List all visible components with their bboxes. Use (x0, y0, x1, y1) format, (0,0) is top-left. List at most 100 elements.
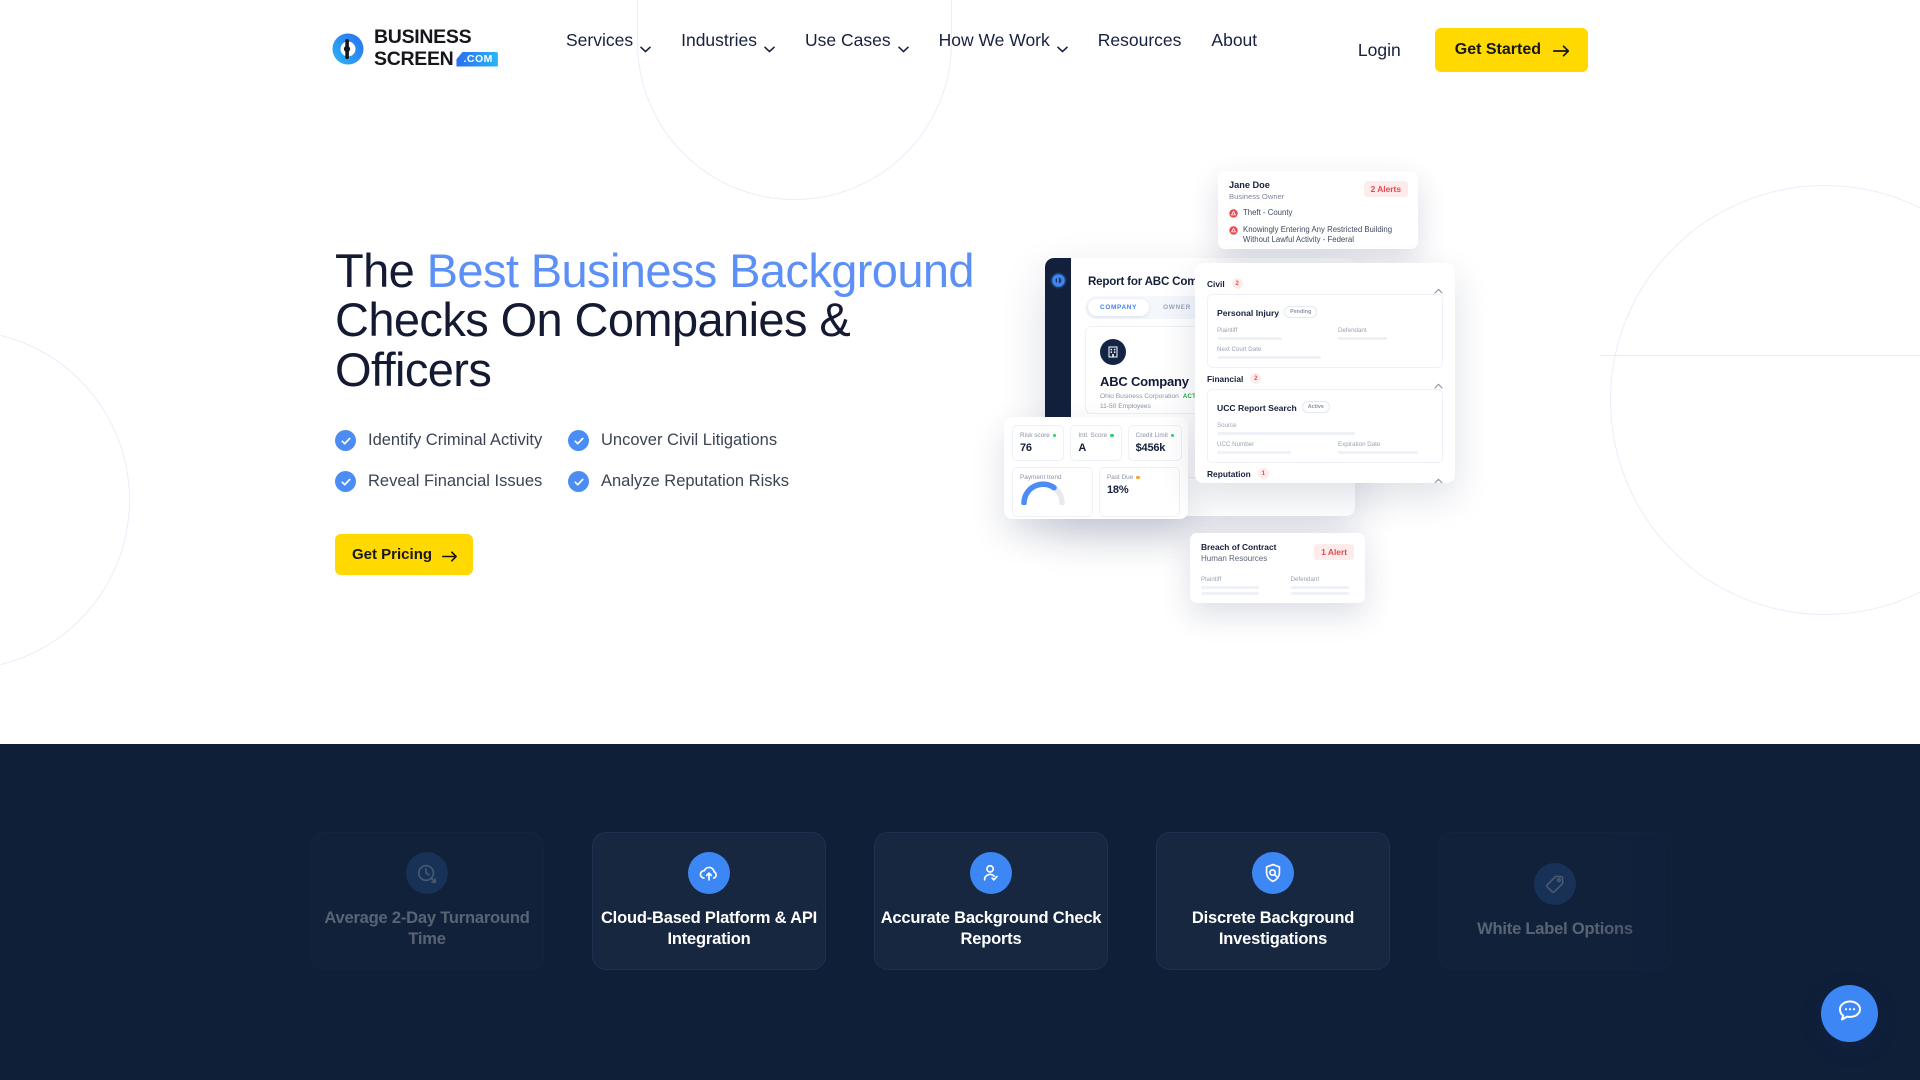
alert-item: Theft - County (1229, 208, 1407, 218)
metric-risk-score: Risk score 76 (1012, 425, 1065, 461)
field-label: Next Court Date (1217, 346, 1262, 353)
metrics-row-2: Payment trend Past Due 18% (1012, 467, 1180, 517)
feature-label: Discrete Background Investigations (1191, 909, 1355, 948)
feature-card-accurate-reports[interactable]: Accurate Background Check Reports (874, 832, 1108, 970)
clock-arrow-icon (406, 852, 448, 895)
metric-past-due: Past Due 18% (1099, 467, 1180, 517)
business-screen-logo-icon (331, 32, 365, 66)
user-check-icon (970, 852, 1012, 895)
placeholder-bar (1217, 451, 1292, 454)
metric-label: Past Due (1107, 474, 1134, 481)
decorative-line (1600, 355, 1920, 356)
company-employees: 11-50 Employees (1100, 403, 1151, 410)
status-badge: Pending (1284, 305, 1318, 318)
list-item: Identify Criminal Activity (335, 430, 568, 452)
section-title: Civil (1207, 278, 1225, 289)
page-root: BUSINESS SCREEN .COM Services Industries (0, 0, 1920, 1080)
section-count-badge: 2 (1250, 373, 1262, 384)
placeholder-bar (1217, 356, 1321, 359)
features-carousel: Average 2-Day Turnaround Time Cloud-Base… (0, 832, 1920, 970)
chevron-down-icon (1056, 37, 1068, 53)
warning-icon (1229, 226, 1238, 235)
chevron-down-icon (764, 37, 775, 53)
chat-widget-button[interactable] (1821, 985, 1878, 1042)
chat-bubble-icon (1836, 997, 1864, 1030)
field-label: Defendant (1338, 327, 1367, 334)
section-header-civil[interactable]: Civil 2 (1207, 273, 1443, 294)
metric-label: Risk score (1020, 432, 1050, 439)
cloud-upload-icon (688, 852, 730, 895)
metrics-row-1: Risk score 76 Intl. Score A Credit Limit… (1012, 425, 1183, 461)
alert-text: Theft - County (1243, 208, 1293, 217)
check-label: Uncover Civil Litigations (601, 431, 778, 450)
logo-tld-badge: .COM (456, 52, 498, 67)
features-section: Average 2-Day Turnaround Time Cloud-Base… (0, 744, 1920, 1080)
field-label: Expiration Date (1338, 441, 1381, 448)
nav-label: Industries (681, 30, 757, 50)
findings-panel: Civil 2 Personal Injury Pending Plaintiff… (1195, 263, 1455, 483)
nav-item-services[interactable]: Services (566, 30, 651, 53)
feature-card-white-label[interactable]: White Label Options (1438, 832, 1672, 970)
section-count-badge: 1 (1257, 468, 1269, 479)
finding-title: Personal Injury (1217, 308, 1280, 318)
nav-label: Use Cases (804, 30, 891, 50)
nav-label: Resources (1097, 30, 1182, 50)
finding-card-personal-injury: Personal Injury Pending Plaintiff Defenda… (1207, 294, 1443, 368)
nav-item-industries[interactable]: Industries (681, 30, 775, 53)
field-label: Plaintiff (1201, 576, 1222, 583)
list-item: Analyze Reputation Risks (568, 471, 975, 493)
section-header-financial[interactable]: Financial 2 (1207, 368, 1443, 389)
metric-value: 18% (1107, 484, 1129, 496)
get-started-button[interactable]: Get Started (1434, 28, 1588, 72)
section-header-reputation[interactable]: Reputation 1 (1207, 463, 1443, 483)
get-pricing-button[interactable]: Get Pricing (335, 534, 474, 576)
field-label: Defendant (1290, 576, 1320, 583)
company-name: ABC Company (1100, 374, 1189, 389)
placeholder-bar (1290, 592, 1349, 595)
metric-label: Payment trend (1020, 474, 1062, 481)
nav-item-resources[interactable]: Resources (1098, 30, 1182, 51)
nav-item-use-cases[interactable]: Use Cases (804, 30, 909, 53)
logo-line-1: BUSINESS (374, 26, 472, 48)
nav-label: Services (566, 30, 634, 50)
feature-card-discrete-investigations[interactable]: Discrete Background Investigations (1156, 832, 1390, 970)
hero-title-part-3: Checks On Companies & Officers (335, 293, 851, 396)
field-label: Source (1217, 422, 1237, 429)
check-circle-icon (335, 430, 356, 452)
metric-value: $456k (1135, 442, 1166, 454)
section-title: Financial (1207, 373, 1244, 384)
section-count-badge: 2 (1231, 278, 1243, 289)
finding-card-ucc-report: UCC Report Search Active Source UCC Numbe… (1207, 389, 1443, 463)
check-circle-icon (568, 430, 589, 452)
field-label: Plaintiff (1217, 327, 1238, 334)
nav-item-how-we-work[interactable]: How We Work (939, 30, 1068, 53)
product-screenshot-mockup: Report for ABC Company, Inc. COMPANY OWN… (1004, 171, 1580, 615)
check-circle-icon (335, 471, 356, 493)
header-actions: Login Get Started (1358, 28, 1588, 72)
placeholder-bar (1338, 337, 1388, 340)
metric-intl-score: Intl. Score A (1070, 425, 1122, 461)
tag-icon (1534, 862, 1576, 905)
chevron-up-icon (1434, 281, 1443, 294)
feature-label: White Label Options (1477, 919, 1633, 938)
metric-value: A (1078, 442, 1087, 454)
feature-card-cloud-platform[interactable]: Cloud-Based Platform & API Integration (592, 832, 826, 970)
hero-feature-list: Identify Criminal Activity Uncover Civil… (335, 430, 975, 493)
person-alert-card: Jane Doe Business Owner 2 Alerts Theft -… (1218, 171, 1418, 249)
status-badge: Active (1301, 400, 1330, 413)
decorative-arc-left (0, 330, 130, 670)
logo[interactable]: BUSINESS SCREEN .COM (331, 26, 498, 69)
login-link[interactable]: Login (1358, 40, 1401, 61)
feature-card-turnaround[interactable]: Average 2-Day Turnaround Time (310, 832, 544, 970)
get-pricing-label: Get Pricing (352, 546, 433, 564)
business-screen-logo-icon (1050, 272, 1067, 289)
tab-company[interactable]: COMPANY (1088, 299, 1150, 316)
chevron-down-icon (640, 37, 651, 53)
breach-alert-card: Breach of Contract Human Resources 1 Ale… (1190, 533, 1365, 603)
metric-credit-limit: Credit Limit $456k (1127, 425, 1183, 461)
status-dot (1110, 433, 1114, 438)
chevron-up-icon (1434, 376, 1443, 389)
feature-label: Average 2-Day Turnaround Time (324, 909, 530, 948)
metric-payment-trend: Payment trend (1012, 467, 1093, 517)
nav-item-about[interactable]: About (1211, 30, 1257, 51)
